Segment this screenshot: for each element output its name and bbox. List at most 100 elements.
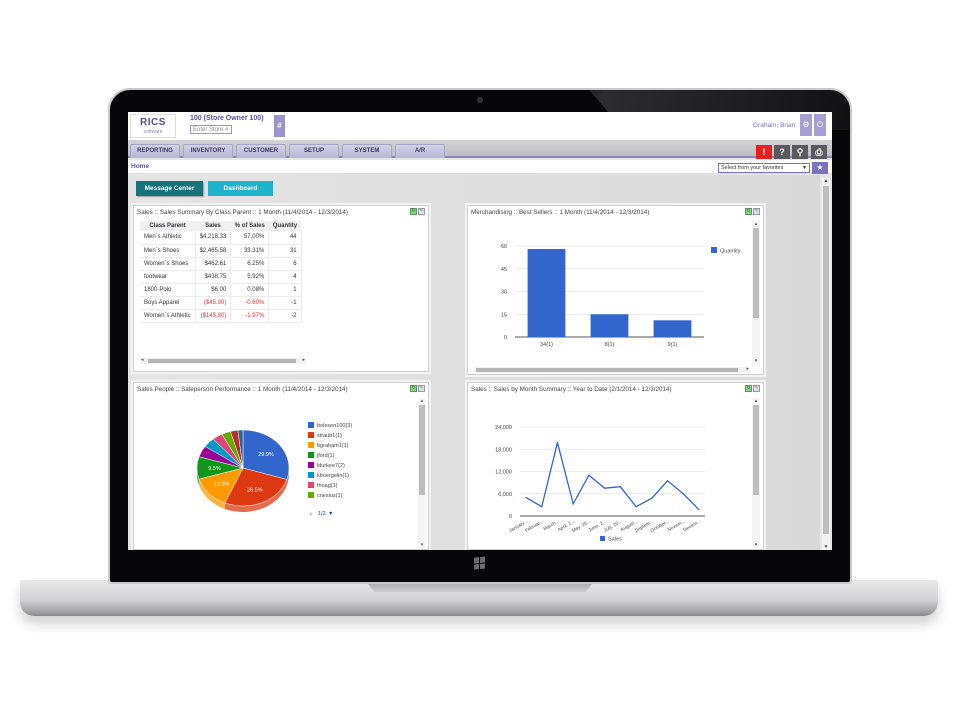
column-header[interactable]: Class Parent bbox=[140, 221, 196, 231]
dashboard-button[interactable]: Dashboard bbox=[208, 181, 273, 196]
scroll-up-icon[interactable]: ▴ bbox=[752, 398, 760, 404]
table-cell-class-parent: Boys Apparel bbox=[140, 296, 196, 310]
legend-swatch bbox=[308, 452, 314, 458]
laptop-mockup: RICS software 100 (Store Owner 100) Ente… bbox=[0, 0, 960, 720]
horizontal-scrollbar[interactable]: ▸ bbox=[474, 366, 750, 373]
data-point bbox=[651, 497, 653, 499]
bar bbox=[590, 314, 629, 337]
user-name[interactable]: Graham, Brian bbox=[753, 122, 795, 129]
sales-summary-table: Class Parent Sales % of Sales Quantity M… bbox=[140, 221, 302, 323]
table-cell-qty: 31 bbox=[268, 244, 302, 258]
sales-line bbox=[525, 442, 700, 511]
scroll-down-icon[interactable]: ▼ bbox=[822, 544, 830, 550]
settings-button[interactable]: ⚙ bbox=[800, 114, 812, 136]
help-button[interactable]: ? bbox=[774, 145, 790, 159]
message-center-button[interactable]: Message Center bbox=[136, 181, 203, 196]
legend-swatch bbox=[308, 472, 314, 478]
vertical-scrollbar[interactable]: ▴ ▾ bbox=[418, 398, 426, 548]
legend-swatch bbox=[308, 492, 314, 498]
scroll-up-icon[interactable]: ▴ bbox=[418, 398, 426, 404]
table-cell-qty: 4 bbox=[268, 270, 302, 284]
horizontal-scrollbar[interactable]: ◂ ▸ bbox=[140, 357, 306, 364]
vertical-scrollbar[interactable]: ▴ ▾ bbox=[752, 221, 760, 364]
logo-subtext: software bbox=[143, 129, 163, 135]
tab-ar[interactable]: A/R bbox=[395, 144, 445, 158]
table-cell-qty: -1 bbox=[268, 296, 302, 310]
x-tick-label: Decem... bbox=[682, 519, 702, 534]
scroll-right-icon[interactable]: ▸ bbox=[302, 357, 305, 363]
rics-logo[interactable]: RICS software bbox=[130, 114, 176, 138]
column-header[interactable]: Sales bbox=[195, 221, 231, 231]
page-scrollbar[interactable]: ▲ ▼ bbox=[822, 178, 830, 550]
column-header[interactable]: Quantity bbox=[268, 221, 302, 231]
refresh-icon[interactable]: ↻ bbox=[410, 208, 417, 215]
table-row[interactable]: 1800-Polo $6.00 0.08% 1 bbox=[140, 283, 302, 297]
tab-setup[interactable]: SETUP bbox=[289, 144, 339, 158]
table-cell-sales: $438.75 bbox=[195, 270, 232, 284]
y-tick-label: 18,000 bbox=[495, 447, 512, 453]
data-point bbox=[682, 493, 684, 495]
scroll-down-icon[interactable]: ▾ bbox=[752, 358, 760, 364]
table-cell-class-parent: Women`s Shoes bbox=[140, 257, 196, 271]
column-header[interactable]: % of Sales bbox=[230, 221, 269, 231]
table-row[interactable]: Men`s Athletic $4,218.33 57.00% 44 bbox=[140, 231, 302, 245]
vertical-scrollbar[interactable]: ▴ ▾ bbox=[752, 398, 760, 548]
scrollbar-thumb[interactable] bbox=[476, 368, 738, 372]
table-row[interactable]: Boys Apparel ($45.00) -0.60% -1 bbox=[140, 296, 302, 310]
sales-by-month-panel: Sales :: Sales by Month Summary :: Year … bbox=[467, 382, 764, 550]
data-point bbox=[698, 509, 700, 511]
pager-prev-icon[interactable]: ▲ bbox=[308, 511, 313, 517]
tab-reporting[interactable]: REPORTING bbox=[130, 144, 180, 158]
table-cell-qty: 6 bbox=[268, 257, 302, 271]
table-row[interactable]: Women`s Shoes $462.61 6.25% 6 bbox=[140, 257, 302, 271]
store-number-input[interactable]: Enter Store # bbox=[190, 125, 232, 134]
logout-button[interactable]: ⏻ bbox=[814, 114, 826, 136]
alert-button[interactable]: ! bbox=[756, 145, 772, 159]
data-point bbox=[541, 506, 543, 508]
tab-customer[interactable]: CUSTOMER bbox=[236, 144, 286, 158]
scrollbar-thumb[interactable] bbox=[753, 228, 759, 318]
bar bbox=[653, 320, 692, 337]
star-icon: ★ bbox=[816, 163, 824, 172]
y-tick-label: 24,000 bbox=[495, 425, 512, 431]
favorites-select[interactable]: Select from your favorites ▼ bbox=[718, 163, 810, 173]
add-favorite-button[interactable]: ★ bbox=[812, 162, 828, 174]
pager-next-icon[interactable]: ▼ bbox=[328, 511, 333, 517]
y-tick-label: 0 bbox=[509, 514, 512, 520]
salesperson-pie-chart: 29.9% 26.5% 13.9% 9.5% bolesen100(3) straub1(… bbox=[196, 422, 352, 517]
scroll-right-icon[interactable]: ▸ bbox=[746, 366, 749, 372]
table-row[interactable]: Men`s Shoes $2,465.58 33.31% 31 bbox=[140, 244, 302, 258]
scrollbar-thumb[interactable] bbox=[823, 186, 829, 534]
table-cell-sales: $4,218.33 bbox=[195, 231, 232, 245]
table-row[interactable]: footwear $438.75 5.92% 4 bbox=[140, 270, 302, 284]
table-cell-qty: 44 bbox=[268, 231, 302, 245]
legend-label: cnesius(1) bbox=[317, 493, 343, 499]
breadcrumb-home[interactable]: Home bbox=[131, 163, 149, 170]
table-cell-pct: 33.31% bbox=[230, 244, 270, 258]
y-tick-label: 60 bbox=[501, 244, 507, 250]
scrollbar-thumb[interactable] bbox=[419, 405, 425, 495]
store-name: 100 (Store Owner 100) bbox=[190, 115, 264, 122]
legend-swatch bbox=[308, 442, 314, 448]
scroll-down-icon[interactable]: ▾ bbox=[418, 542, 426, 548]
scroll-down-icon[interactable]: ▾ bbox=[752, 542, 760, 548]
scroll-up-icon[interactable]: ▴ bbox=[752, 221, 760, 227]
data-point bbox=[588, 474, 590, 476]
tab-system[interactable]: SYSTEM bbox=[342, 144, 392, 158]
scrollbar-thumb[interactable] bbox=[148, 359, 296, 363]
header-bar: RICS software 100 (Store Owner 100) Ente… bbox=[128, 112, 832, 140]
print-button[interactable]: ⎙ bbox=[811, 145, 827, 159]
scroll-up-icon[interactable]: ▲ bbox=[822, 178, 830, 184]
table-row[interactable]: Women`s Athletic ($145.80) -1.97% -2 bbox=[140, 309, 302, 323]
legend-swatch bbox=[600, 536, 605, 541]
y-tick-label: 12,000 bbox=[495, 470, 512, 476]
scrollbar-thumb[interactable] bbox=[753, 405, 759, 495]
scroll-left-icon[interactable]: ◂ bbox=[141, 357, 144, 363]
table-cell-sales: ($145.80) bbox=[195, 309, 232, 323]
edit-icon[interactable]: ✎ bbox=[418, 208, 425, 215]
tab-inventory[interactable]: INVENTORY bbox=[183, 144, 233, 158]
data-point bbox=[666, 480, 669, 482]
store-lookup-button[interactable]: # bbox=[274, 115, 285, 137]
search-button[interactable]: ⚲ bbox=[792, 145, 808, 159]
legend-pager: 1/2 bbox=[318, 511, 326, 517]
